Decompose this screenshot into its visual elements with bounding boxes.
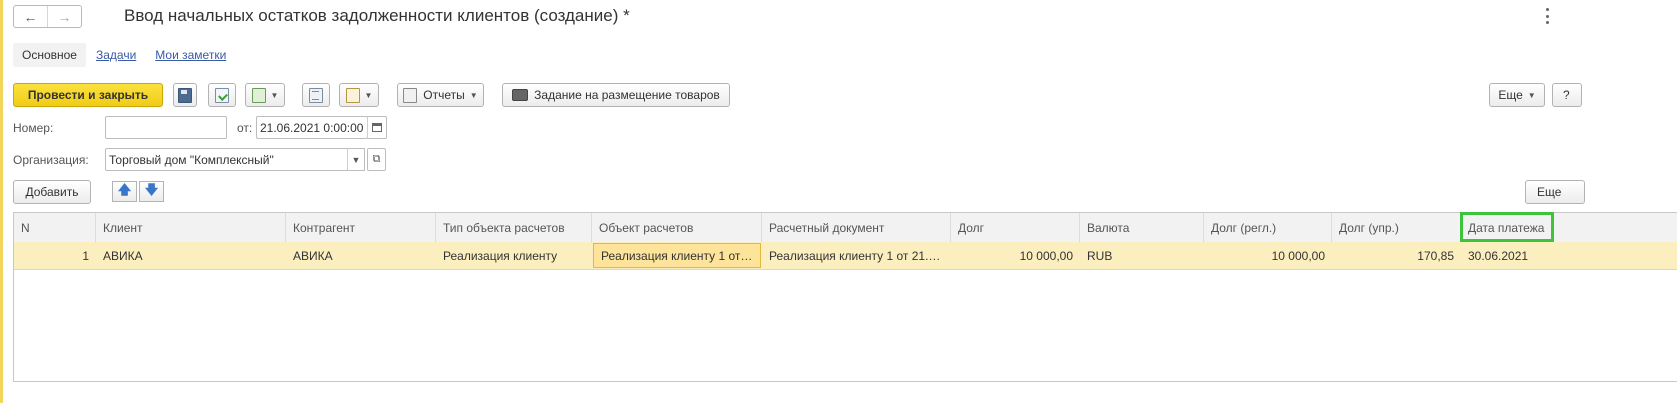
cell-n-text: 1: [82, 248, 89, 263]
column-header-debt[interactable]: Долг: [951, 213, 1080, 242]
back-arrow-icon[interactable]: ←: [14, 6, 47, 27]
number-field[interactable]: [105, 116, 227, 139]
post-and-close-label: Провести и закрыть: [27, 88, 149, 102]
column-header-settlement-type[interactable]: Тип объекта расчетов: [436, 213, 592, 242]
list-icon: [309, 87, 323, 103]
cell-settlement-type-text: Реализация клиенту: [443, 248, 558, 263]
cell-settlement-object-text: Реализация клиенту 1 от 21.06.2021 0:00:…: [601, 248, 753, 263]
open-link-icon: ⧉: [372, 153, 381, 165]
related-documents-button[interactable]: ▼: [339, 83, 379, 107]
related-documents-icon: [345, 87, 360, 103]
calendar-icon: [372, 123, 382, 132]
tab-tasks[interactable]: Задачи: [96, 48, 136, 62]
more-actions-button[interactable]: Еще ▼: [1489, 83, 1545, 107]
cell-client-text: АВИКА: [103, 248, 143, 263]
placement-task-button[interactable]: Задание на размещение товаров: [502, 83, 730, 107]
column-header-settlement-object[interactable]: Объект расчетов: [592, 213, 762, 242]
organization-label: Организация:: [13, 153, 89, 167]
column-header-counterparty[interactable]: Контрагент: [286, 213, 436, 242]
arrow-down-icon: 🡇: [144, 181, 159, 197]
chevron-down-icon: ▼: [270, 90, 279, 100]
cell-debt-upr-text: 170,85: [1417, 248, 1454, 263]
create-based-on-button[interactable]: ▼: [245, 83, 285, 107]
move-up-button[interactable]: 🡅: [112, 181, 137, 202]
placement-task-label: Задание на размещение товаров: [534, 88, 720, 102]
window-edge: [0, 0, 3, 403]
column-header-payment-date[interactable]: Дата платежа: [1461, 213, 1677, 242]
page-title: Ввод начальных остатков задолженности кл…: [124, 6, 630, 25]
arrow-up-icon: 🡅: [117, 181, 132, 197]
cell-debt-text: 10 000,00: [1019, 248, 1073, 263]
column-header-currency[interactable]: Валюта: [1080, 213, 1204, 242]
chevron-down-icon: ▼: [469, 90, 478, 100]
post-button[interactable]: [208, 83, 236, 107]
form-tabs: Основное Задачи Мои заметки: [13, 42, 226, 68]
more-label: Еще: [1498, 88, 1523, 102]
column-header-client[interactable]: Клиент: [96, 213, 286, 242]
table-more-button[interactable]: Еще: [1525, 180, 1585, 204]
debts-table: N Клиент Контрагент Тип объекта расчетов…: [13, 212, 1677, 382]
history-nav: ← →: [13, 5, 82, 28]
organization-dropdown-button[interactable]: ▼: [347, 148, 365, 171]
cell-counterparty-text: АВИКА: [293, 248, 333, 263]
cell-settlement-type[interactable]: Реализация клиенту: [436, 242, 592, 269]
date-prefix-label: от:: [237, 121, 253, 135]
cell-currency[interactable]: RUB: [1080, 242, 1204, 269]
save-icon: [178, 87, 192, 103]
create-based-on-icon: [251, 87, 266, 103]
print-icon: [512, 89, 529, 101]
table-more-label: Еще: [1537, 185, 1562, 199]
organization-field[interactable]: Торговый дом "Комплексный": [105, 148, 348, 171]
move-down-button[interactable]: 🡇: [139, 181, 164, 202]
forward-arrow-icon[interactable]: →: [47, 6, 81, 27]
cell-debt-regl-text: 10 000,00: [1271, 248, 1325, 263]
cell-settlement-object[interactable]: Реализация клиенту 1 от 21.06.2021 0:00:…: [593, 243, 761, 268]
cell-payment-date-text: 30.06.2021: [1468, 248, 1529, 263]
column-header-n[interactable]: N: [14, 213, 96, 242]
cell-counterparty[interactable]: АВИКА: [286, 242, 436, 269]
add-row-button[interactable]: Добавить: [13, 180, 91, 204]
cell-client[interactable]: АВИКА: [96, 242, 286, 269]
save-button[interactable]: [173, 83, 197, 107]
column-header-debt-upr[interactable]: Долг (упр.): [1332, 213, 1461, 242]
tab-main[interactable]: Основное: [13, 43, 86, 67]
number-label: Номер:: [13, 121, 54, 135]
help-button[interactable]: ?: [1552, 83, 1582, 107]
list-button[interactable]: [302, 83, 330, 107]
chevron-down-icon: ▼: [1527, 90, 1536, 100]
help-label: ?: [1563, 88, 1570, 102]
cell-payment-date[interactable]: 30.06.2021: [1461, 242, 1677, 269]
kebab-menu-icon[interactable]: [1543, 8, 1551, 24]
cell-n[interactable]: 1: [14, 242, 96, 269]
post-and-close-button[interactable]: Провести и закрыть: [13, 83, 163, 107]
calendar-button[interactable]: [367, 116, 387, 139]
post-document-icon: [215, 87, 229, 103]
cell-debt-upr[interactable]: 170,85: [1332, 242, 1461, 269]
cell-settlement-document-text: Реализация клиенту 1 от 21.06.2021 0:00:…: [769, 248, 944, 263]
column-header-debt-regl[interactable]: Долг (регл.): [1204, 213, 1332, 242]
chevron-down-icon: ▼: [351, 154, 361, 165]
organization-open-button[interactable]: ⧉: [367, 148, 386, 171]
cell-debt[interactable]: 10 000,00: [951, 242, 1080, 269]
reports-button[interactable]: Отчеты ▼: [397, 83, 484, 107]
chevron-down-icon: ▼: [364, 90, 373, 100]
cell-settlement-document[interactable]: Реализация клиенту 1 от 21.06.2021 0:00:…: [762, 242, 951, 269]
cell-debt-regl[interactable]: 10 000,00: [1204, 242, 1332, 269]
reports-label: Отчеты: [423, 88, 465, 102]
date-field[interactable]: 21.06.2021 0:00:00: [256, 116, 368, 139]
table-row[interactable]: 1 АВИКА АВИКА Реализация клиенту Реализа…: [14, 242, 1677, 270]
report-icon: [403, 87, 418, 103]
cell-currency-text: RUB: [1087, 248, 1113, 263]
tab-notes[interactable]: Мои заметки: [155, 48, 226, 62]
column-header-settlement-document[interactable]: Расчетный документ: [762, 213, 951, 242]
add-row-label: Добавить: [25, 185, 79, 199]
table-header: N Клиент Контрагент Тип объекта расчетов…: [14, 213, 1677, 243]
